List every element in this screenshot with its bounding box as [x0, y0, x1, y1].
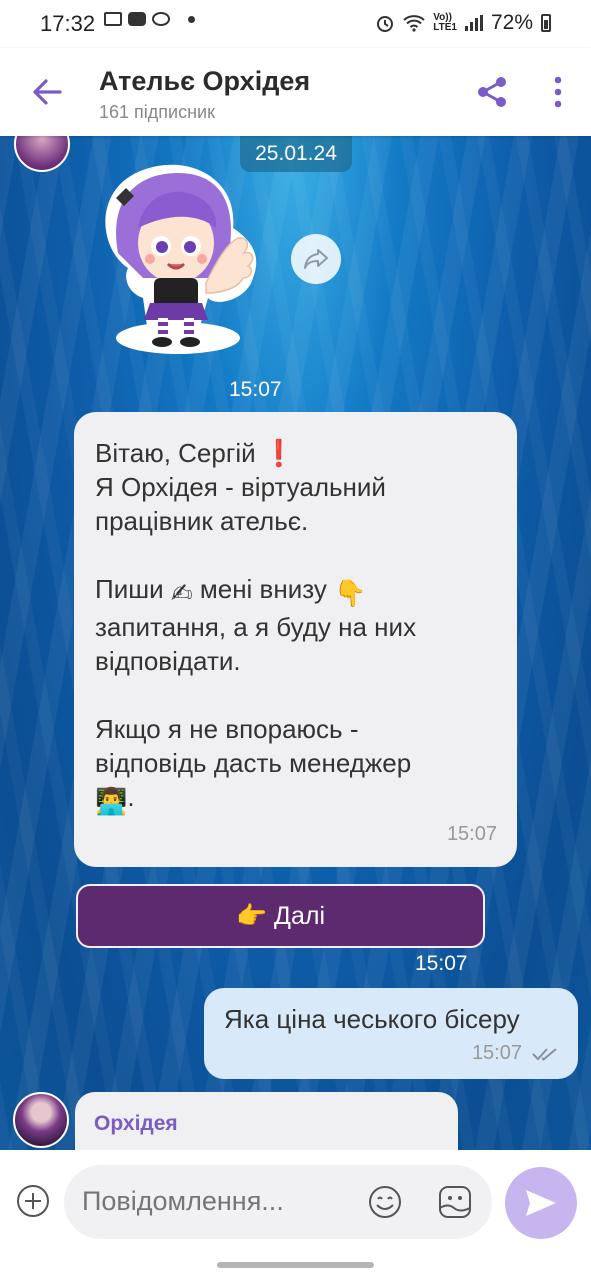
sender-name: Орхідея	[94, 1112, 178, 1135]
forward-button[interactable]	[291, 234, 341, 284]
wifi-icon	[403, 15, 425, 32]
more-notifications-icon	[188, 15, 195, 23]
volte-label: Vo)) LTE1	[433, 12, 457, 33]
sync-icon	[152, 12, 170, 26]
message-input-container[interactable]	[64, 1165, 492, 1239]
composer	[0, 1150, 591, 1280]
message-time: 15:07	[446, 823, 497, 845]
sender-avatar[interactable]	[14, 136, 70, 172]
next-button[interactable]: 👉 Далі	[76, 884, 485, 948]
message-line: Вітаю, Сергій ❗	[95, 438, 296, 468]
back-arrow-icon[interactable]	[28, 72, 68, 112]
status-bar: 17:32 Vo)) LTE1 72%	[0, 0, 591, 48]
notification-icons	[104, 12, 195, 26]
battery-icon	[541, 14, 551, 32]
double-check-icon	[532, 1047, 557, 1061]
message-line: Якщо я не впораюсь -	[95, 714, 359, 744]
subscriber-count: 161 підписник	[99, 102, 215, 122]
technologist-emoji: 👨‍💻	[95, 786, 128, 816]
battery-percent: 72%	[490, 11, 533, 34]
message-line: Я Орхідея - віртуальний	[95, 472, 386, 502]
signal-icon	[464, 15, 483, 31]
message-line: працівник ательє.	[95, 506, 309, 536]
screen-icon	[104, 12, 122, 26]
system-icons: Vo)) LTE1 72%	[375, 11, 551, 35]
point-right-emoji: 👉	[235, 902, 268, 930]
incoming-message[interactable]: Орхідея	[75, 1092, 458, 1150]
message-line: відповідь дасть менеджер	[95, 748, 412, 778]
message-line: Пиши ✍ мені внизу 👇	[95, 574, 367, 608]
next-button-label: Далі	[274, 902, 326, 930]
message-line: 👨‍💻.	[95, 782, 135, 816]
chat-area[interactable]: 25.01.24 15:07 Вітаю, Сергій ❗ Я Орхідея…	[0, 136, 591, 1150]
sticker-time: 15:07	[229, 378, 282, 401]
alarm-icon	[377, 16, 394, 32]
more-vertical-icon[interactable]	[548, 74, 568, 110]
emoji-icon[interactable]	[367, 1184, 403, 1220]
forward-icon	[304, 249, 328, 269]
send-button[interactable]	[505, 1167, 577, 1239]
youtube-icon	[128, 12, 146, 26]
outgoing-message[interactable]: Яка ціна чеського бісеру 15:07	[204, 988, 578, 1079]
sticker-cartoon-girl[interactable]	[88, 158, 268, 358]
message-line: запитання, а я буду на них	[95, 612, 417, 642]
chat-header: Ательє Орхідея 161 підписник	[0, 48, 591, 136]
share-icon[interactable]	[474, 74, 510, 110]
incoming-message[interactable]: Вітаю, Сергій ❗ Я Орхідея - віртуальний …	[74, 412, 517, 867]
message-input[interactable]	[82, 1186, 362, 1217]
channel-title[interactable]: Ательє Орхідея	[99, 66, 310, 97]
button-time: 15:07	[415, 952, 468, 975]
home-indicator[interactable]	[217, 1262, 374, 1268]
sticker-icon[interactable]	[437, 1184, 473, 1220]
message-line: відповідати.	[95, 646, 241, 676]
status-time: 17:32	[40, 11, 96, 36]
writing-hand-emoji: ✍	[170, 578, 193, 608]
plus-icon[interactable]	[16, 1184, 50, 1218]
outgoing-time: 15:07	[471, 1042, 522, 1064]
sender-avatar[interactable]	[13, 1092, 69, 1148]
outgoing-meta: 15:07	[472, 1042, 558, 1065]
send-icon	[526, 1190, 556, 1216]
point-down-emoji: 👇	[334, 578, 367, 608]
outgoing-text: Яка ціна чеського бісеру	[224, 1004, 520, 1034]
